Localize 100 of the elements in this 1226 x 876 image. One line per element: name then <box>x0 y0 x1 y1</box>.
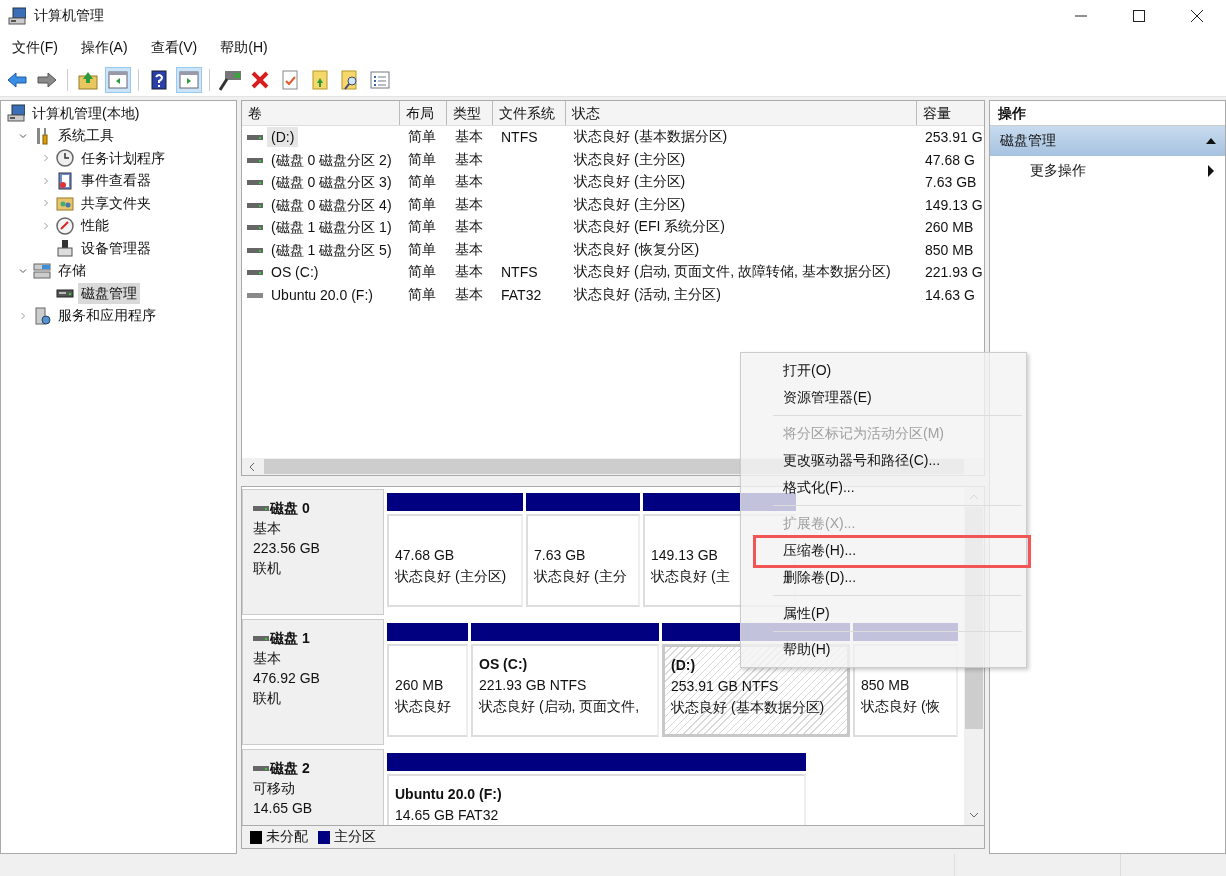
table-cell-text: 状态良好 (主分区) <box>573 195 687 214</box>
table-cell-text: 253.91 G <box>924 129 984 146</box>
partition-block[interactable]: 7.63 GB 状态良好 (主分 <box>526 514 640 607</box>
context-menu-item[interactable]: 资源管理器(E) <box>741 384 1026 411</box>
volume-name[interactable]: (磁盘 0 磁盘分区 3) <box>267 172 396 193</box>
disk-size: 476.92 GB <box>253 669 321 688</box>
partition-label: Ubuntu 20.0 (F:) <box>395 785 503 804</box>
tree-item[interactable]: 存储 <box>55 260 89 282</box>
tree-item[interactable]: 任务计划程序 <box>78 147 168 169</box>
column-header[interactable]: 状态 <box>566 101 917 125</box>
partition-label: OS (C:) <box>479 655 529 674</box>
partition-size: 149.13 GB <box>651 546 719 565</box>
context-menu-item[interactable]: 更改驱动器号和路径(C)... <box>741 447 1026 474</box>
table-cell-text: 简单 <box>407 128 437 147</box>
table-cell-text: 基本 <box>454 173 484 192</box>
partition-label: (D:) <box>671 656 697 675</box>
tree-item[interactable]: 磁盘管理 <box>78 282 140 304</box>
volume-name[interactable]: (磁盘 0 磁盘分区 4) <box>267 194 396 215</box>
window-title: 计算机管理 <box>34 7 104 25</box>
disk-type: 可移动 <box>253 779 296 798</box>
disk-size: 14.65 GB <box>253 799 314 818</box>
volume-name[interactable]: (磁盘 0 磁盘分区 2) <box>267 149 396 170</box>
table-cell-text: 基本 <box>454 263 484 282</box>
table-cell-text: 简单 <box>407 263 437 282</box>
tree-item[interactable]: 事件查看器 <box>78 170 154 192</box>
disk-status: 联机 <box>253 559 282 578</box>
table-cell-text: 7.63 GB <box>924 174 978 191</box>
partition-status: 状态良好 (基本数据分区) <box>671 698 826 717</box>
volume-name[interactable]: Ubuntu 20.0 (F:) <box>267 284 377 305</box>
disk-name: 磁盘 1 <box>270 629 310 648</box>
table-cell-text: 状态良好 (基本数据分区) <box>573 128 729 147</box>
table-cell-text: 基本 <box>454 128 484 147</box>
column-header[interactable]: 布局 <box>400 101 447 125</box>
partition-size: 850 MB <box>861 676 911 695</box>
tree-item[interactable]: 性能 <box>78 215 112 237</box>
column-header[interactable]: 卷 <box>242 101 400 125</box>
table-cell-text: 状态良好 (EFI 系统分区) <box>573 218 726 237</box>
table-cell-text: 简单 <box>407 173 437 192</box>
legend-label: 未分配 <box>266 828 308 846</box>
partition-size: 260 MB <box>395 676 445 695</box>
table-cell-text: 47.68 G <box>924 151 976 168</box>
partition-status: 状态良好 (恢 <box>861 697 941 716</box>
table-cell-text: 简单 <box>407 195 437 214</box>
table-cell-text: 基本 <box>454 150 484 169</box>
tree-item[interactable]: 系统工具 <box>55 125 117 147</box>
table-cell-text: 850 MB <box>924 241 975 258</box>
table-cell-text: 基本 <box>454 195 484 214</box>
partition-size: 47.68 GB <box>395 546 456 565</box>
disk-type: 基本 <box>253 649 282 668</box>
legend-label: 主分区 <box>334 828 376 846</box>
tree-item[interactable]: 设备管理器 <box>78 237 154 259</box>
disk-status: 联机 <box>253 689 282 708</box>
volume-name[interactable]: OS (C:) <box>267 262 323 283</box>
menu-item[interactable]: 文件(F) <box>6 37 64 59</box>
partition-status: 状态良好 <box>395 697 452 716</box>
table-cell-text: 简单 <box>407 150 437 169</box>
table-cell-text: 149.13 G <box>924 196 984 213</box>
table-cell-text: 状态良好 (启动, 页面文件, 故障转储, 基本数据分区) <box>573 263 892 282</box>
disk-name: 磁盘 2 <box>270 759 310 778</box>
volume-name[interactable]: (磁盘 1 磁盘分区 1) <box>267 217 396 238</box>
table-cell-text: 状态良好 (恢复分区) <box>573 240 701 259</box>
menu-item[interactable]: 操作(A) <box>74 37 134 59</box>
column-header[interactable]: 类型 <box>447 101 493 125</box>
partition-block[interactable]: Ubuntu 20.0 (F:) 14.65 GB FAT32 <box>387 774 806 825</box>
action-section-header[interactable]: 磁盘管理 <box>990 126 1225 156</box>
tree-item[interactable]: 计算机管理(本地) <box>29 102 143 124</box>
table-cell-text: 简单 <box>407 218 437 237</box>
partition-status: 状态良好 (主分区) <box>395 567 508 586</box>
partition-size: 14.65 GB FAT32 <box>395 806 500 825</box>
partition-block[interactable]: 47.68 GB 状态良好 (主分区) <box>387 514 523 607</box>
context-menu-item[interactable]: 格式化(F)... <box>741 474 1026 501</box>
volume-name[interactable]: (D:) <box>267 127 299 148</box>
table-cell-text: 基本 <box>454 218 484 237</box>
partition-size: 221.93 GB NTFS <box>479 676 588 695</box>
table-cell-text: 221.93 G <box>924 264 984 281</box>
partition-size: 253.91 GB NTFS <box>671 677 780 696</box>
partition-block[interactable]: 260 MB 状态良好 <box>387 644 468 737</box>
column-header[interactable]: 文件系统 <box>493 101 566 125</box>
table-cell-text: 简单 <box>407 240 437 259</box>
table-cell-text: 状态良好 (主分区) <box>573 150 687 169</box>
action-item[interactable]: 更多操作 <box>990 156 1225 186</box>
table-cell-text: 简单 <box>407 285 437 304</box>
context-menu-item[interactable]: 打开(O) <box>741 357 1026 384</box>
volume-name[interactable]: (磁盘 1 磁盘分区 5) <box>267 239 396 260</box>
partition-status: 状态良好 (启动, 页面文件, <box>479 697 641 716</box>
partition-block[interactable]: OS (C:) 221.93 GB NTFS 状态良好 (启动, 页面文件, <box>471 644 659 737</box>
disk-type: 基本 <box>253 519 282 538</box>
column-header[interactable]: 容量 <box>917 101 984 125</box>
table-cell-text: 14.63 G <box>924 286 976 303</box>
table-cell-text: 基本 <box>454 240 484 259</box>
menu-item[interactable]: 帮助(H) <box>214 37 274 59</box>
tree-item[interactable]: 共享文件夹 <box>78 192 154 214</box>
tree-item[interactable]: 服务和应用程序 <box>55 305 159 327</box>
table-cell-text: NTFS <box>500 264 539 281</box>
table-cell-text: 260 MB <box>924 219 975 236</box>
table-cell-text: 基本 <box>454 285 484 304</box>
partition-status: 状态良好 (主分 <box>534 567 628 586</box>
menu-item[interactable]: 查看(V) <box>144 37 204 59</box>
disk-size: 223.56 GB <box>253 539 321 558</box>
table-cell-text: FAT32 <box>500 286 543 303</box>
